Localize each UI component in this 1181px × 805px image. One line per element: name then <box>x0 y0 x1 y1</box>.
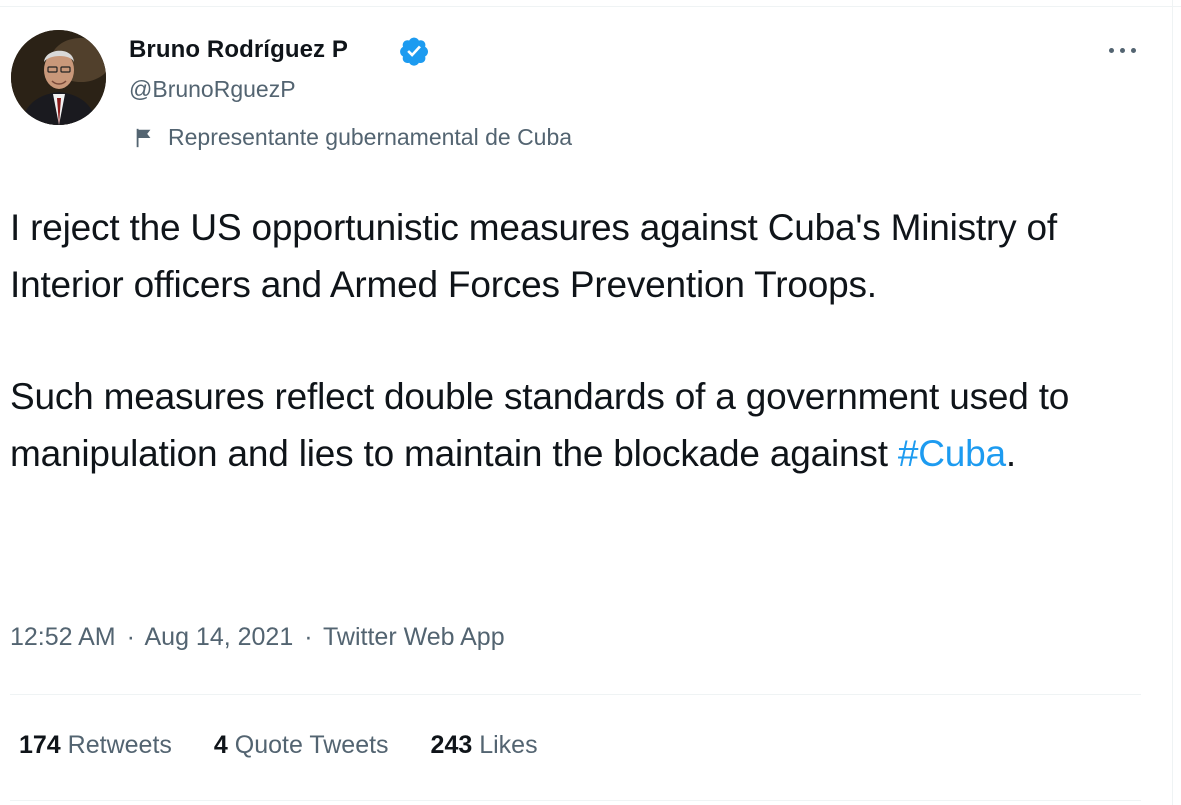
avatar-portrait-image <box>11 30 106 125</box>
quote-tweets-label: Quote Tweets <box>234 731 389 759</box>
tweet-source[interactable]: Twitter Web App <box>323 623 505 651</box>
likes-stat[interactable]: 243 Likes <box>431 731 538 760</box>
right-border <box>1172 0 1173 805</box>
likes-count: 243 <box>430 731 473 759</box>
quote-tweets-stat[interactable]: 4 Quote Tweets <box>214 731 389 760</box>
verified-badge-icon <box>400 37 428 66</box>
divider <box>10 694 1141 695</box>
tweet-paragraph-2-end: . <box>1005 432 1016 474</box>
tweet-time[interactable]: 12:52 AM <box>10 623 116 651</box>
quote-tweets-count: 4 <box>213 731 228 759</box>
meta-separator: · <box>304 623 313 651</box>
retweets-count: 174 <box>19 731 61 759</box>
hashtag-link[interactable]: #Cuba <box>898 433 1006 474</box>
more-dot <box>1120 48 1125 53</box>
tweet-text: I reject the US opportunistic measures a… <box>10 200 1150 482</box>
display-name[interactable]: Bruno Rodríguez P <box>129 36 348 64</box>
top-border <box>0 0 1181 7</box>
user-handle[interactable]: @BrunoRguezP <box>129 76 296 103</box>
government-account-label[interactable]: Representante gubernamental de Cuba <box>168 124 572 151</box>
tweet-meta: 12:52 AM · Aug 14, 2021 · Twitter Web Ap… <box>10 623 505 652</box>
flag-icon <box>136 128 151 148</box>
meta-separator: · <box>126 623 135 651</box>
avatar[interactable] <box>11 30 106 125</box>
more-dot <box>1131 48 1136 53</box>
retweets-stat[interactable]: 174 Retweets <box>19 731 172 760</box>
retweets-label: Retweets <box>67 731 172 759</box>
tweet-paragraph-2: Such measures reflect double standards o… <box>10 369 1150 482</box>
tweet-paragraph-1: I reject the US opportunistic measures a… <box>10 207 1057 305</box>
tweet-date[interactable]: Aug 14, 2021 <box>145 623 294 651</box>
engagement-stats: 174 Retweets 4 Quote Tweets 243 Likes <box>19 731 580 760</box>
more-dot <box>1109 48 1114 53</box>
more-options-icon[interactable] <box>1106 40 1140 60</box>
divider <box>10 800 1141 801</box>
likes-label: Likes <box>479 731 538 759</box>
